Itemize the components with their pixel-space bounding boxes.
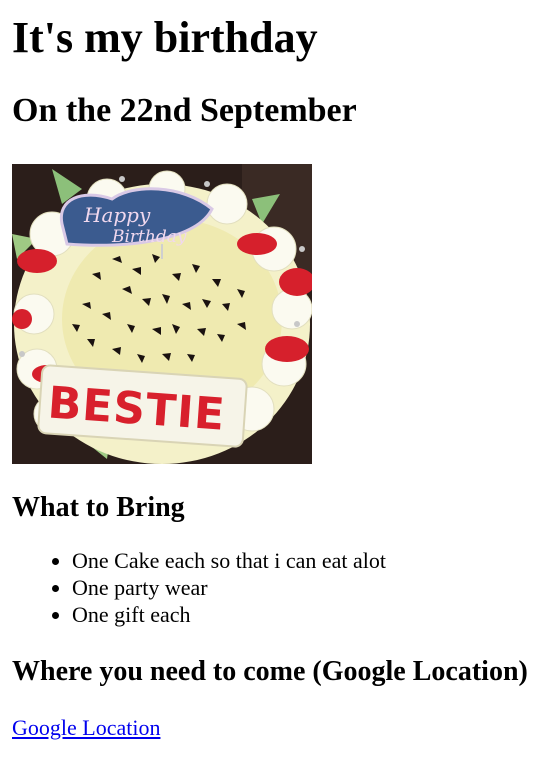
page-title: It's my birthday — [12, 13, 318, 62]
birthday-cake-image: Happy Birthday BESTIE — [12, 164, 312, 464]
bring-list: One Cake each so that i can eat alot One… — [12, 547, 530, 628]
what-to-bring-heading: What to Bring — [12, 492, 185, 523]
google-location-link[interactable]: Google Location — [12, 714, 160, 742]
list-item: One party wear — [72, 574, 530, 601]
list-item: One Cake each so that i can eat alot — [72, 547, 530, 574]
cake-plaque: BESTIE — [37, 364, 248, 448]
date-subtitle: On the 22nd September — [12, 92, 357, 129]
location-heading: Where you need to come (Google Location) — [12, 656, 528, 687]
page-content: It's my birthday On the 22nd September H… — [0, 0, 542, 742]
topper-text-birthday: Birthday — [111, 227, 187, 247]
list-item: One gift each — [72, 601, 530, 628]
topper-text-happy: Happy — [83, 203, 151, 227]
